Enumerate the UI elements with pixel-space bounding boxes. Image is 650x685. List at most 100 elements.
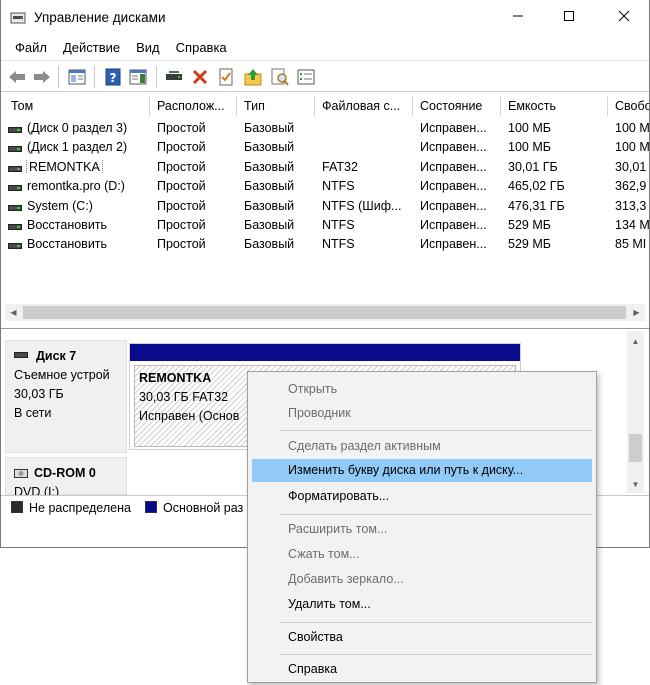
back-button[interactable] bbox=[7, 67, 27, 87]
console-tree-button[interactable] bbox=[67, 67, 87, 87]
table-row[interactable]: System (C:) Простой Базовый NTFS (Шиф... Исп… bbox=[5, 197, 649, 216]
menu-separator bbox=[280, 654, 592, 655]
column-header-layout[interactable]: Располож... bbox=[151, 96, 237, 116]
table-row[interactable]: Восстановить Простой Базовый NTFS Исправен..… bbox=[5, 216, 649, 235]
table-cell: 465,02 ГБ bbox=[508, 179, 614, 193]
column-header-capacity[interactable]: Емкость bbox=[502, 96, 608, 116]
table-cell: Исправен... bbox=[420, 237, 507, 251]
volume-icon bbox=[8, 223, 22, 230]
menu-item-delete-volume[interactable]: Удалить том... bbox=[252, 593, 592, 616]
cell-text: Базовый bbox=[244, 121, 295, 135]
minimize-icon bbox=[513, 15, 523, 17]
cell-text: 100 МБ bbox=[508, 140, 551, 155]
table-cell: 529 МБ bbox=[508, 218, 614, 232]
scroll-up-icon[interactable]: ▲ bbox=[627, 333, 644, 350]
menu-item-open[interactable]: Открыть bbox=[252, 378, 592, 401]
table-cell: Исправен... bbox=[420, 140, 507, 154]
column-header-free[interactable]: Свобо bbox=[609, 96, 649, 116]
delete-button[interactable] bbox=[190, 67, 210, 87]
table-cell: Простой bbox=[157, 237, 243, 251]
properties-button[interactable] bbox=[216, 67, 236, 87]
toolbar-separator bbox=[58, 66, 59, 88]
cdrom-name: CD-ROM 0 bbox=[34, 466, 96, 480]
table-cell: 100 М bbox=[615, 121, 649, 135]
disk-status: В сети bbox=[14, 406, 52, 420]
legend-unallocated-swatch bbox=[11, 501, 23, 513]
list-icon bbox=[297, 69, 315, 85]
menu-item-add-mirror[interactable]: Добавить зеркало... bbox=[252, 568, 592, 591]
forward-arrow-icon bbox=[34, 71, 50, 83]
toolbar: ? bbox=[1, 60, 649, 92]
column-header-filesystem[interactable]: Файловая с... bbox=[316, 96, 413, 116]
menu-action[interactable]: Действие bbox=[55, 37, 128, 59]
table-cell: 134 М bbox=[615, 218, 649, 232]
menu-item-explorer[interactable]: Проводник bbox=[252, 402, 592, 425]
cdrom-icon bbox=[14, 466, 28, 478]
table-cell: FAT32 bbox=[322, 160, 419, 174]
column-header-type[interactable]: Тип bbox=[238, 96, 315, 116]
maximize-button[interactable] bbox=[546, 0, 592, 32]
context-menu: Открыть Проводник Сделать раздел активны… bbox=[247, 371, 597, 683]
help-button[interactable]: ? bbox=[103, 67, 123, 87]
column-header-volume[interactable]: Том bbox=[5, 96, 150, 116]
cell-text: 100 М bbox=[615, 140, 650, 155]
disk7-label[interactable]: Диск 7 Съемное устрой 30,03 ГБ В сети bbox=[5, 340, 127, 453]
scrollbar-thumb[interactable] bbox=[629, 434, 642, 462]
cell-text: NTFS bbox=[322, 179, 355, 194]
search-icon bbox=[271, 68, 289, 86]
menu-item-help[interactable]: Справка bbox=[252, 658, 592, 681]
svg-text:?: ? bbox=[110, 71, 117, 85]
menu-item-change-drive-letter[interactable]: Изменить букву диска или путь к диску... bbox=[252, 459, 592, 482]
connect-button[interactable] bbox=[164, 67, 184, 87]
action-pane-icon bbox=[129, 69, 147, 85]
menu-help[interactable]: Справка bbox=[168, 37, 235, 59]
cell-text: Простой bbox=[157, 198, 206, 213]
scroll-down-icon[interactable]: ▼ bbox=[627, 476, 644, 493]
menu-item-make-active[interactable]: Сделать раздел активным bbox=[252, 435, 592, 458]
table-row[interactable]: (Диск 1 раздел 2) Простой Базовый Исправен.… bbox=[5, 138, 649, 157]
table-row[interactable]: remontka.pro (D:) Простой Базовый NTFS Испра… bbox=[5, 177, 649, 196]
table-cell: NTFS bbox=[322, 179, 419, 193]
search-button[interactable] bbox=[270, 67, 290, 87]
connect-icon bbox=[166, 71, 182, 80]
partition-name: REMONTKA bbox=[139, 371, 212, 385]
table-row[interactable]: Восстановить Простой Базовый NTFS Исправен..… bbox=[5, 235, 649, 254]
table-row[interactable]: REMONTKA Простой Базовый FAT32 Исправен... 30… bbox=[5, 158, 649, 177]
table-cell: Восстановить bbox=[5, 237, 150, 251]
disk-name: Диск 7 bbox=[36, 349, 77, 363]
column-header-status[interactable]: Состояние bbox=[414, 96, 501, 116]
menu-bar: Файл Действие Вид Справка bbox=[1, 37, 649, 59]
close-button[interactable] bbox=[601, 0, 647, 32]
scroll-right-icon[interactable]: ▶ bbox=[628, 304, 645, 321]
menu-item-shrink-volume[interactable]: Сжать том... bbox=[252, 543, 592, 566]
menu-view[interactable]: Вид bbox=[128, 37, 168, 59]
list-button[interactable] bbox=[296, 67, 316, 87]
menu-item-properties[interactable]: Свойства bbox=[252, 626, 592, 649]
scroll-left-icon[interactable]: ◀ bbox=[5, 304, 22, 321]
menu-file[interactable]: Файл bbox=[7, 37, 55, 59]
window-title: Управление дисками bbox=[34, 10, 166, 25]
cell-text: Исправен... bbox=[420, 159, 487, 174]
scrollbar-thumb[interactable] bbox=[23, 306, 626, 319]
menu-item-extend-volume[interactable]: Расширить том... bbox=[252, 518, 592, 541]
volume-icon bbox=[8, 185, 22, 192]
vertical-scrollbar[interactable]: ▲ ▼ bbox=[627, 331, 644, 493]
minimize-button[interactable] bbox=[495, 0, 541, 32]
table-row[interactable]: (Диск 0 раздел 3) Простой Базовый Исправен.… bbox=[5, 119, 649, 138]
cell-text: 100 МБ bbox=[508, 121, 551, 135]
menu-item-format[interactable]: Форматировать... bbox=[252, 485, 592, 508]
cell-text: remontka.pro (D:) bbox=[27, 179, 125, 194]
toolbar-separator bbox=[156, 66, 157, 88]
upload-button[interactable] bbox=[243, 67, 263, 87]
table-cell: (Диск 1 раздел 2) bbox=[5, 140, 150, 154]
table-cell: Восстановить bbox=[5, 218, 150, 232]
partition-state: Исправен (Основ bbox=[139, 409, 240, 423]
volume-list: Том Располож... Тип Файловая с... Состоя… bbox=[1, 93, 649, 329]
action-pane-button[interactable] bbox=[128, 67, 148, 87]
forward-button[interactable] bbox=[32, 67, 52, 87]
properties-icon bbox=[219, 68, 233, 86]
cdrom-label[interactable]: CD-ROM 0 DVD (I:) bbox=[5, 457, 127, 499]
cell-text: 85 МI bbox=[615, 237, 647, 252]
horizontal-scrollbar[interactable]: ◀ ▶ bbox=[5, 304, 645, 321]
cell-text: Исправен... bbox=[420, 121, 487, 135]
